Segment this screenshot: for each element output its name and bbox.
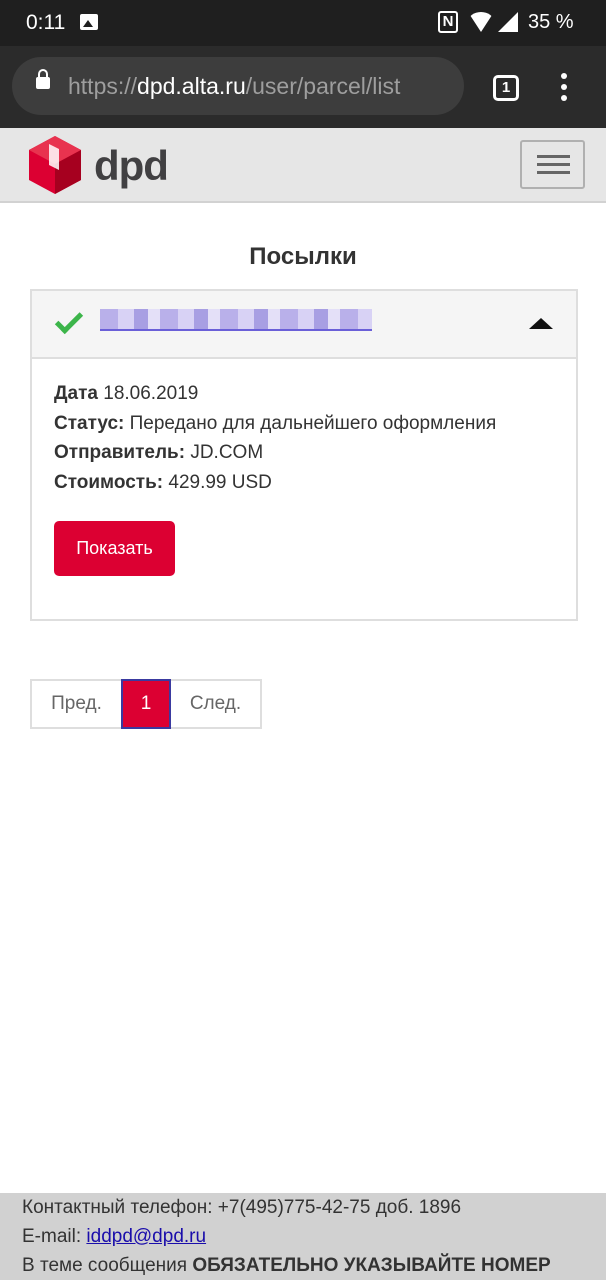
url-path: /user/parcel/list [245,73,401,99]
email-link[interactable]: iddpd@dpd.ru [86,1226,206,1247]
more-menu-icon[interactable] [561,73,567,103]
parcel-details: Дата 18.06.2019 Статус: Передано для дал… [54,383,496,501]
site-header: dpd [0,128,606,203]
subject-bold: ОБЯЗАТЕЛЬНО УКАЗЫВАЙТЕ НОМЕР [192,1255,551,1276]
date-value: 18.06.2019 [103,383,199,404]
status-time: 0:11 [26,11,66,34]
cost-row: Стоимость: 429.99 USD [54,472,496,502]
signal-icon [498,12,518,32]
current-page-button[interactable]: 1 [121,679,171,729]
page-title: Посылки [249,243,357,270]
footer: Контактный телефон: +7(495)775-42-75 доб… [0,1193,606,1280]
tab-switcher-button[interactable]: 1 [493,75,519,101]
url-text[interactable]: https://dpd.alta.ru/user/parcel/list [68,73,400,100]
battery-level: 35 % [528,11,574,33]
wifi-icon [468,12,494,32]
dpd-logo-icon[interactable] [29,136,81,194]
url-host: dpd.alta.ru [137,73,246,99]
cost-value: 429.99 USD [168,471,272,493]
lock-icon [36,69,50,89]
address-bar[interactable]: https://dpd.alta.ru/user/parcel/list [12,57,464,115]
tracking-number-link[interactable] [100,309,372,331]
parcel-card-header[interactable] [32,291,576,359]
url-prefix: https:// [68,73,138,99]
status-bar: 0:11 N 35 % [0,0,606,46]
status-label: Статус: [54,412,125,434]
cost-label: Стоимость: [54,471,164,493]
sender-value: JD.COM [190,442,264,463]
status-value: Передано для дальнейшего оформления [129,412,497,434]
logo-text[interactable]: dpd [94,142,169,190]
footer-phone: Контактный телефон: +7(495)775-42-75 доб… [22,1197,462,1218]
sender-label: Отправитель: [54,442,186,463]
email-label: E-mail: [22,1226,87,1247]
nfc-icon: N [438,11,458,33]
footer-email-line: E-mail: iddpd@dpd.ru [22,1226,606,1255]
date-label: Дата [54,383,98,404]
show-button[interactable]: Показать [54,521,175,576]
image-notification-icon [80,14,98,30]
browser-toolbar: https://dpd.alta.ru/user/parcel/list 1 [0,46,606,128]
collapse-arrow-icon[interactable] [529,318,553,329]
prev-page-button[interactable]: Пред. [30,679,123,729]
next-page-button[interactable]: След. [169,679,262,729]
check-icon [54,305,84,335]
subject-prefix: В теме сообщения [22,1255,193,1276]
parcel-card: Дата 18.06.2019 Статус: Передано для дал… [30,289,578,621]
sender-row: Отправитель: JD.COM [54,442,496,472]
status-row: Статус: Передано для дальнейшего оформле… [54,413,496,443]
hamburger-menu-button[interactable] [520,140,585,189]
footer-subject-line: В теме сообщения ОБЯЗАТЕЛЬНО УКАЗЫВАЙТЕ … [22,1255,606,1280]
date-row: Дата 18.06.2019 [54,383,496,413]
